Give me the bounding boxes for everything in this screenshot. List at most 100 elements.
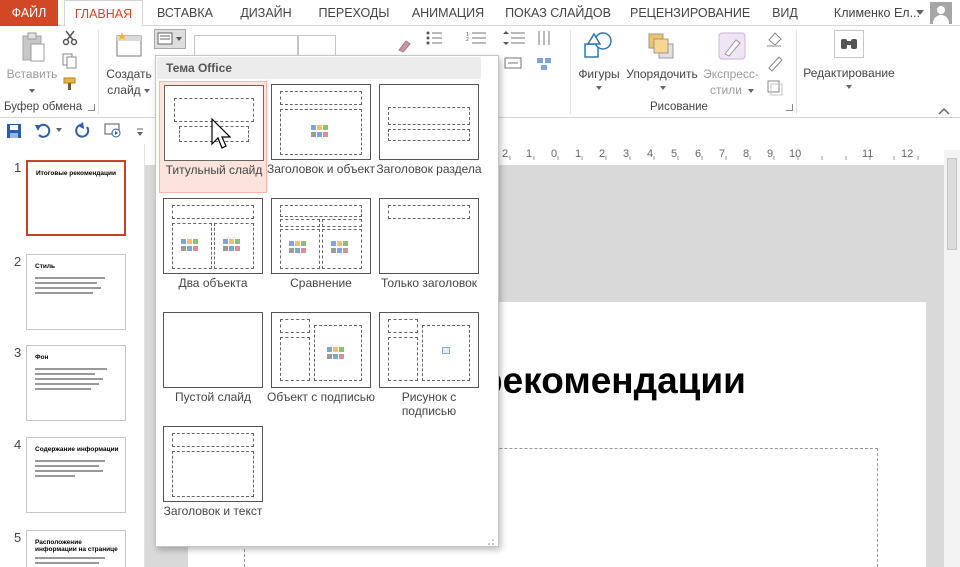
layout-comparison[interactable]: Сравнение [267, 195, 375, 307]
scrollbar-thumb[interactable] [947, 158, 957, 250]
tab-home[interactable]: ГЛАВНАЯ [64, 0, 143, 27]
tab-view[interactable]: ВИД [763, 0, 807, 26]
paste-icon[interactable] [20, 32, 46, 64]
tab-design[interactable]: ДИЗАЙН [233, 0, 299, 26]
layout-blank[interactable]: Пустой слайд [159, 309, 267, 421]
ruler-label: 12 [901, 148, 914, 160]
layout-preview [163, 312, 263, 388]
slide-number: 5 [14, 530, 22, 545]
customize-qat-icon[interactable] [136, 126, 144, 136]
chevron-down-icon[interactable] [29, 89, 35, 93]
tab-insert[interactable]: ВСТАВКА [150, 0, 220, 26]
ruler-label: 2 [502, 148, 509, 160]
dialog-launcher-icon[interactable] [786, 104, 793, 111]
picture-icon [442, 347, 450, 354]
layout-content-caption[interactable]: Объект с подписью [267, 309, 375, 421]
ruler-label: 3 [623, 148, 630, 160]
clear-formatting-icon[interactable] [396, 38, 412, 54]
numbering-icon[interactable]: 12 [466, 31, 492, 45]
quick-styles-label-2[interactable]: стили [706, 83, 746, 97]
chevron-down-icon[interactable] [596, 86, 602, 90]
ruler-label: 2 [599, 148, 606, 160]
layout-gallery-dropdown: Тема Office Титульный слайд Заголовок и … [155, 55, 499, 547]
ruler-label: 9 [767, 148, 774, 160]
drawing-group-label: Рисование [650, 101, 708, 113]
slide-thumbnail-title: Стиль [35, 263, 55, 270]
cut-icon[interactable] [62, 30, 78, 46]
new-slide-label[interactable]: Создать [104, 67, 154, 81]
slide-thumbnail-2[interactable]: Стиль [26, 254, 126, 330]
slide-thumbnail-4[interactable]: Содержание информации [26, 437, 126, 513]
font-size-box[interactable] [298, 35, 336, 57]
placeholder-box [280, 219, 320, 227]
start-slideshow-icon[interactable] [104, 122, 122, 138]
binoculars-icon[interactable] [834, 30, 864, 58]
tab-animation[interactable]: АНИМАЦИЯ [402, 0, 494, 26]
mouse-cursor-icon [211, 117, 232, 154]
arrange-label[interactable]: Упорядочить [625, 67, 699, 81]
chevron-down-icon[interactable] [660, 86, 666, 90]
undo-icon[interactable] [34, 122, 52, 138]
paste-button-label[interactable]: Вставить [6, 67, 58, 81]
layout-title-content[interactable]: Заголовок и объект [267, 81, 375, 193]
align-text-icon[interactable] [503, 56, 529, 70]
shape-fill-icon[interactable] [765, 30, 787, 48]
ruler-label: 1 [526, 148, 533, 160]
shape-outline-icon[interactable] [765, 54, 787, 72]
save-icon[interactable] [6, 123, 22, 139]
avatar[interactable] [930, 2, 952, 24]
font-name-box[interactable] [194, 35, 298, 57]
format-painter-icon[interactable] [62, 76, 78, 92]
layout-title-text[interactable]: Заголовок и текст [159, 423, 267, 535]
slide-thumbnail-5[interactable]: Расположение информации на странице [26, 530, 126, 567]
line-spacing-icon[interactable] [503, 31, 529, 45]
user-name[interactable]: Клименко Ел... [834, 0, 920, 26]
tab-review[interactable]: РЕЦЕНЗИРОВАНИЕ [630, 0, 750, 26]
dialog-launcher-icon[interactable] [88, 104, 95, 111]
layout-label: Титульный слайд [165, 163, 263, 177]
text-line [35, 282, 97, 284]
chevron-down-icon[interactable] [56, 128, 62, 132]
group-separator [98, 30, 99, 114]
layout-section-header[interactable]: Заголовок раздела [375, 81, 483, 193]
layout-two-content[interactable]: Два объекта [159, 195, 267, 307]
smartart-icon[interactable] [536, 56, 556, 72]
copy-icon[interactable] [62, 53, 78, 69]
chevron-down-icon[interactable] [916, 10, 924, 15]
chevron-down-icon[interactable] [846, 85, 852, 89]
resize-grip-icon[interactable] [487, 535, 495, 545]
bullets-icon[interactable] [426, 31, 448, 45]
arrange-icon[interactable] [645, 30, 677, 62]
new-slide-label-2[interactable]: слайд [104, 83, 144, 97]
collapse-ribbon-icon[interactable] [938, 104, 950, 115]
content-icons [327, 347, 349, 360]
slide-thumbnail-3[interactable]: Фон [26, 345, 126, 421]
chevron-down-icon[interactable] [748, 89, 754, 93]
tab-transitions[interactable]: ПЕРЕХОДЫ [311, 0, 397, 26]
shape-effects-icon[interactable] [765, 78, 787, 96]
layout-title-only[interactable]: Только заголовок [375, 195, 483, 307]
editing-label[interactable]: Редактирование [802, 66, 896, 80]
placeholder-box [172, 433, 254, 447]
quick-styles-label[interactable]: Экспресс- [700, 67, 762, 81]
new-slide-icon[interactable] [114, 30, 144, 60]
layout-label: Сравнение [290, 276, 352, 290]
chevron-down-icon[interactable] [144, 89, 150, 93]
layout-label: Объект с подписью [267, 390, 375, 404]
vertical-scrollbar[interactable] [944, 150, 960, 567]
tab-slideshow[interactable]: ПОКАЗ СЛАЙДОВ [500, 0, 616, 26]
text-direction-icon[interactable] [536, 30, 556, 46]
shapes-icon[interactable] [582, 30, 614, 62]
layout-picture-caption[interactable]: Рисунок с подписью [375, 309, 483, 421]
shapes-label[interactable]: Фигуры [577, 67, 621, 81]
placeholder-box [280, 319, 310, 333]
slide-thumbnail-title: Итоговые рекомендации [36, 170, 117, 177]
slide-title[interactable]: рекомендации [480, 360, 746, 402]
tab-file[interactable]: ФАЙЛ [0, 0, 58, 26]
slide-thumbnail-1[interactable]: Итоговые рекомендации [26, 160, 126, 236]
redo-icon[interactable] [74, 122, 92, 138]
layout-button[interactable] [154, 29, 186, 49]
quick-styles-icon[interactable] [716, 30, 748, 62]
placeholder-box [280, 91, 362, 105]
ruler-label: 5 [671, 148, 678, 160]
